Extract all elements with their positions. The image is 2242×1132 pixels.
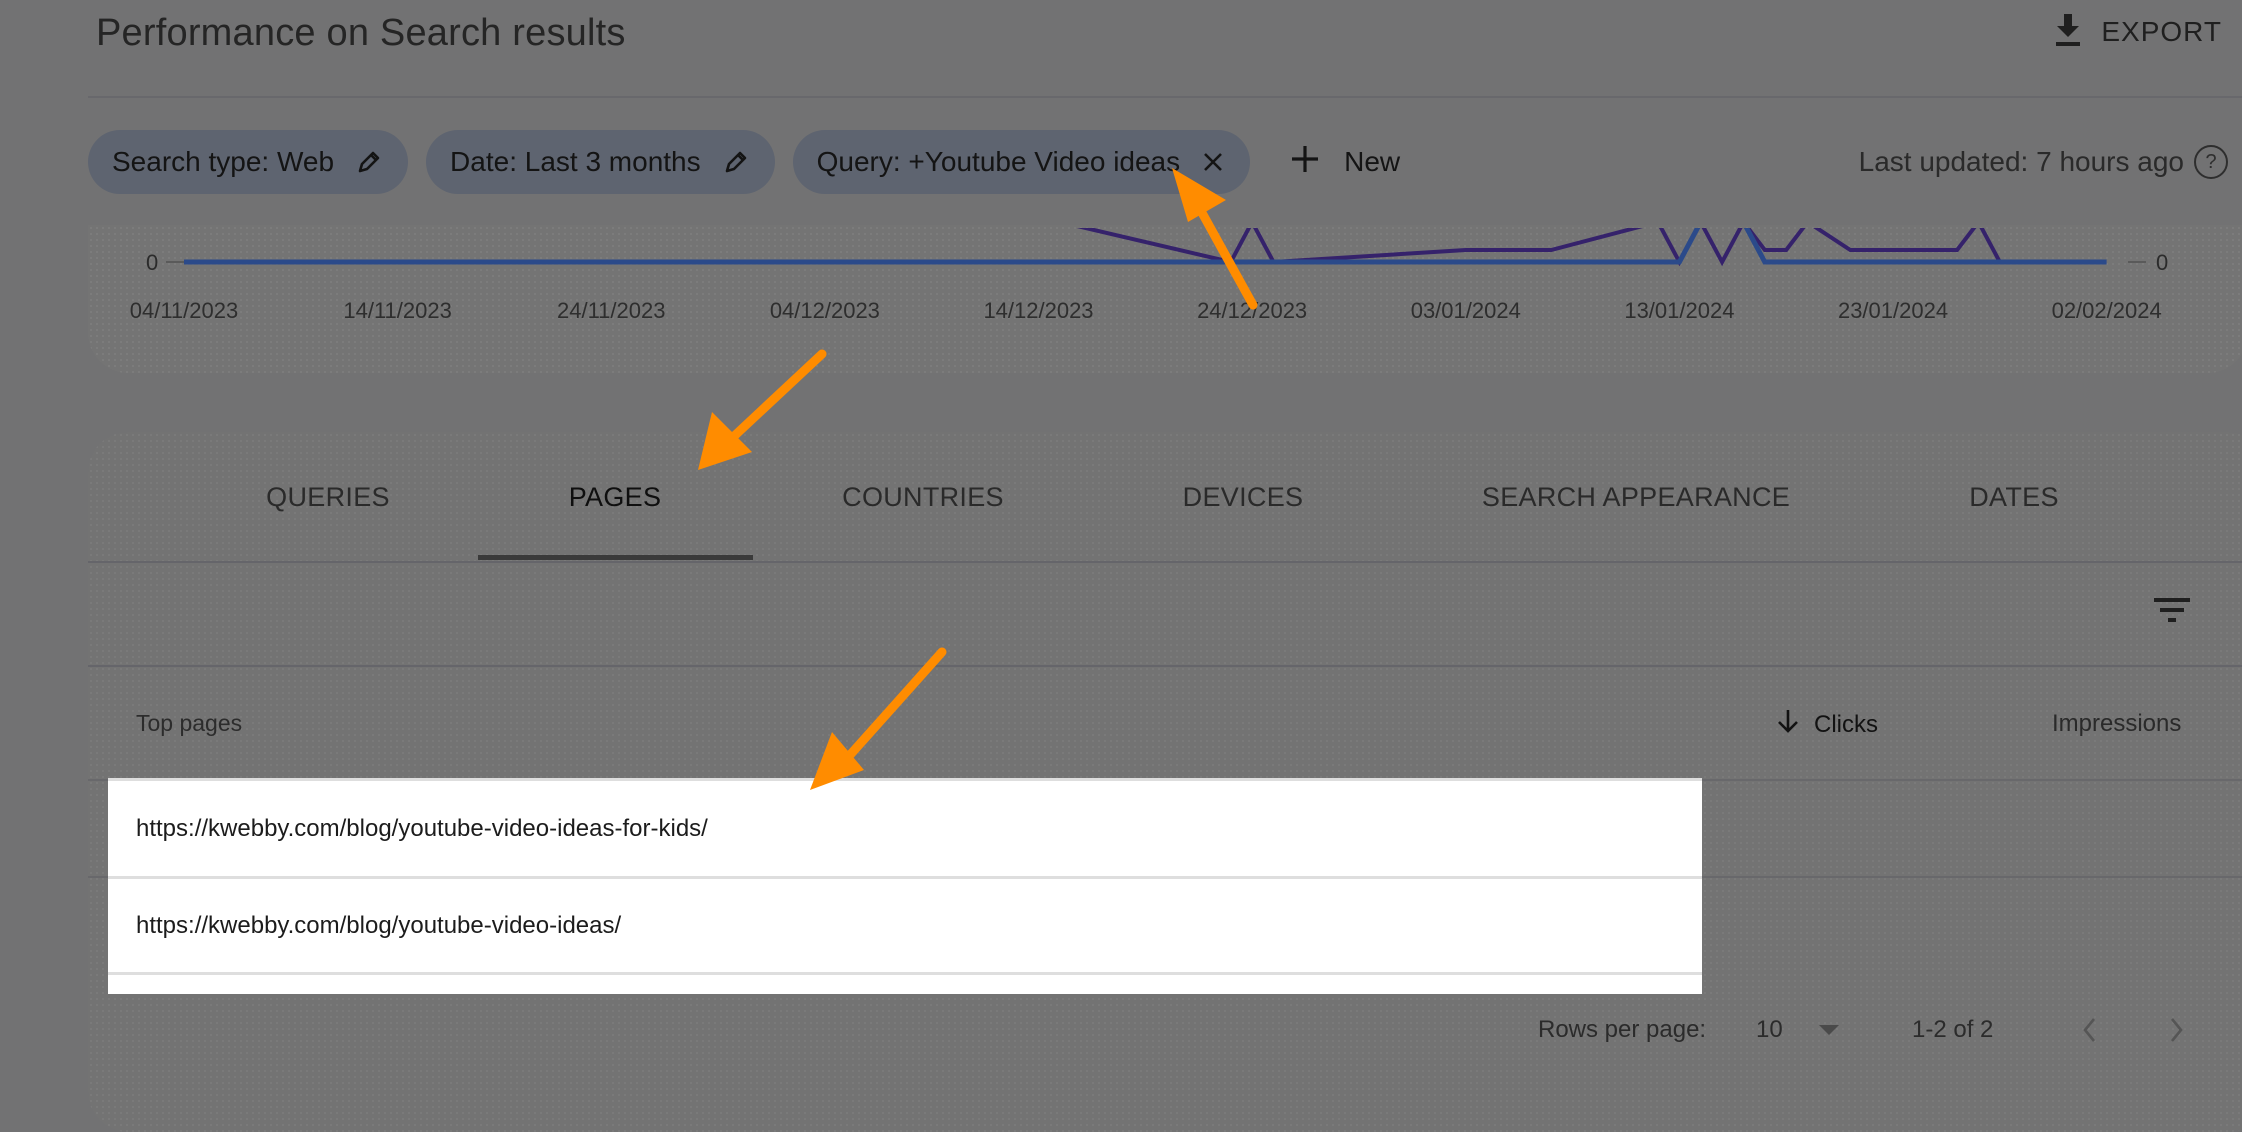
arrow-to-query-chip: [1172, 168, 1258, 310]
annotation-arrows: [698, 168, 1258, 790]
arrow-to-pages-tab: [698, 349, 827, 470]
arrow-to-page-rows: [810, 647, 947, 790]
